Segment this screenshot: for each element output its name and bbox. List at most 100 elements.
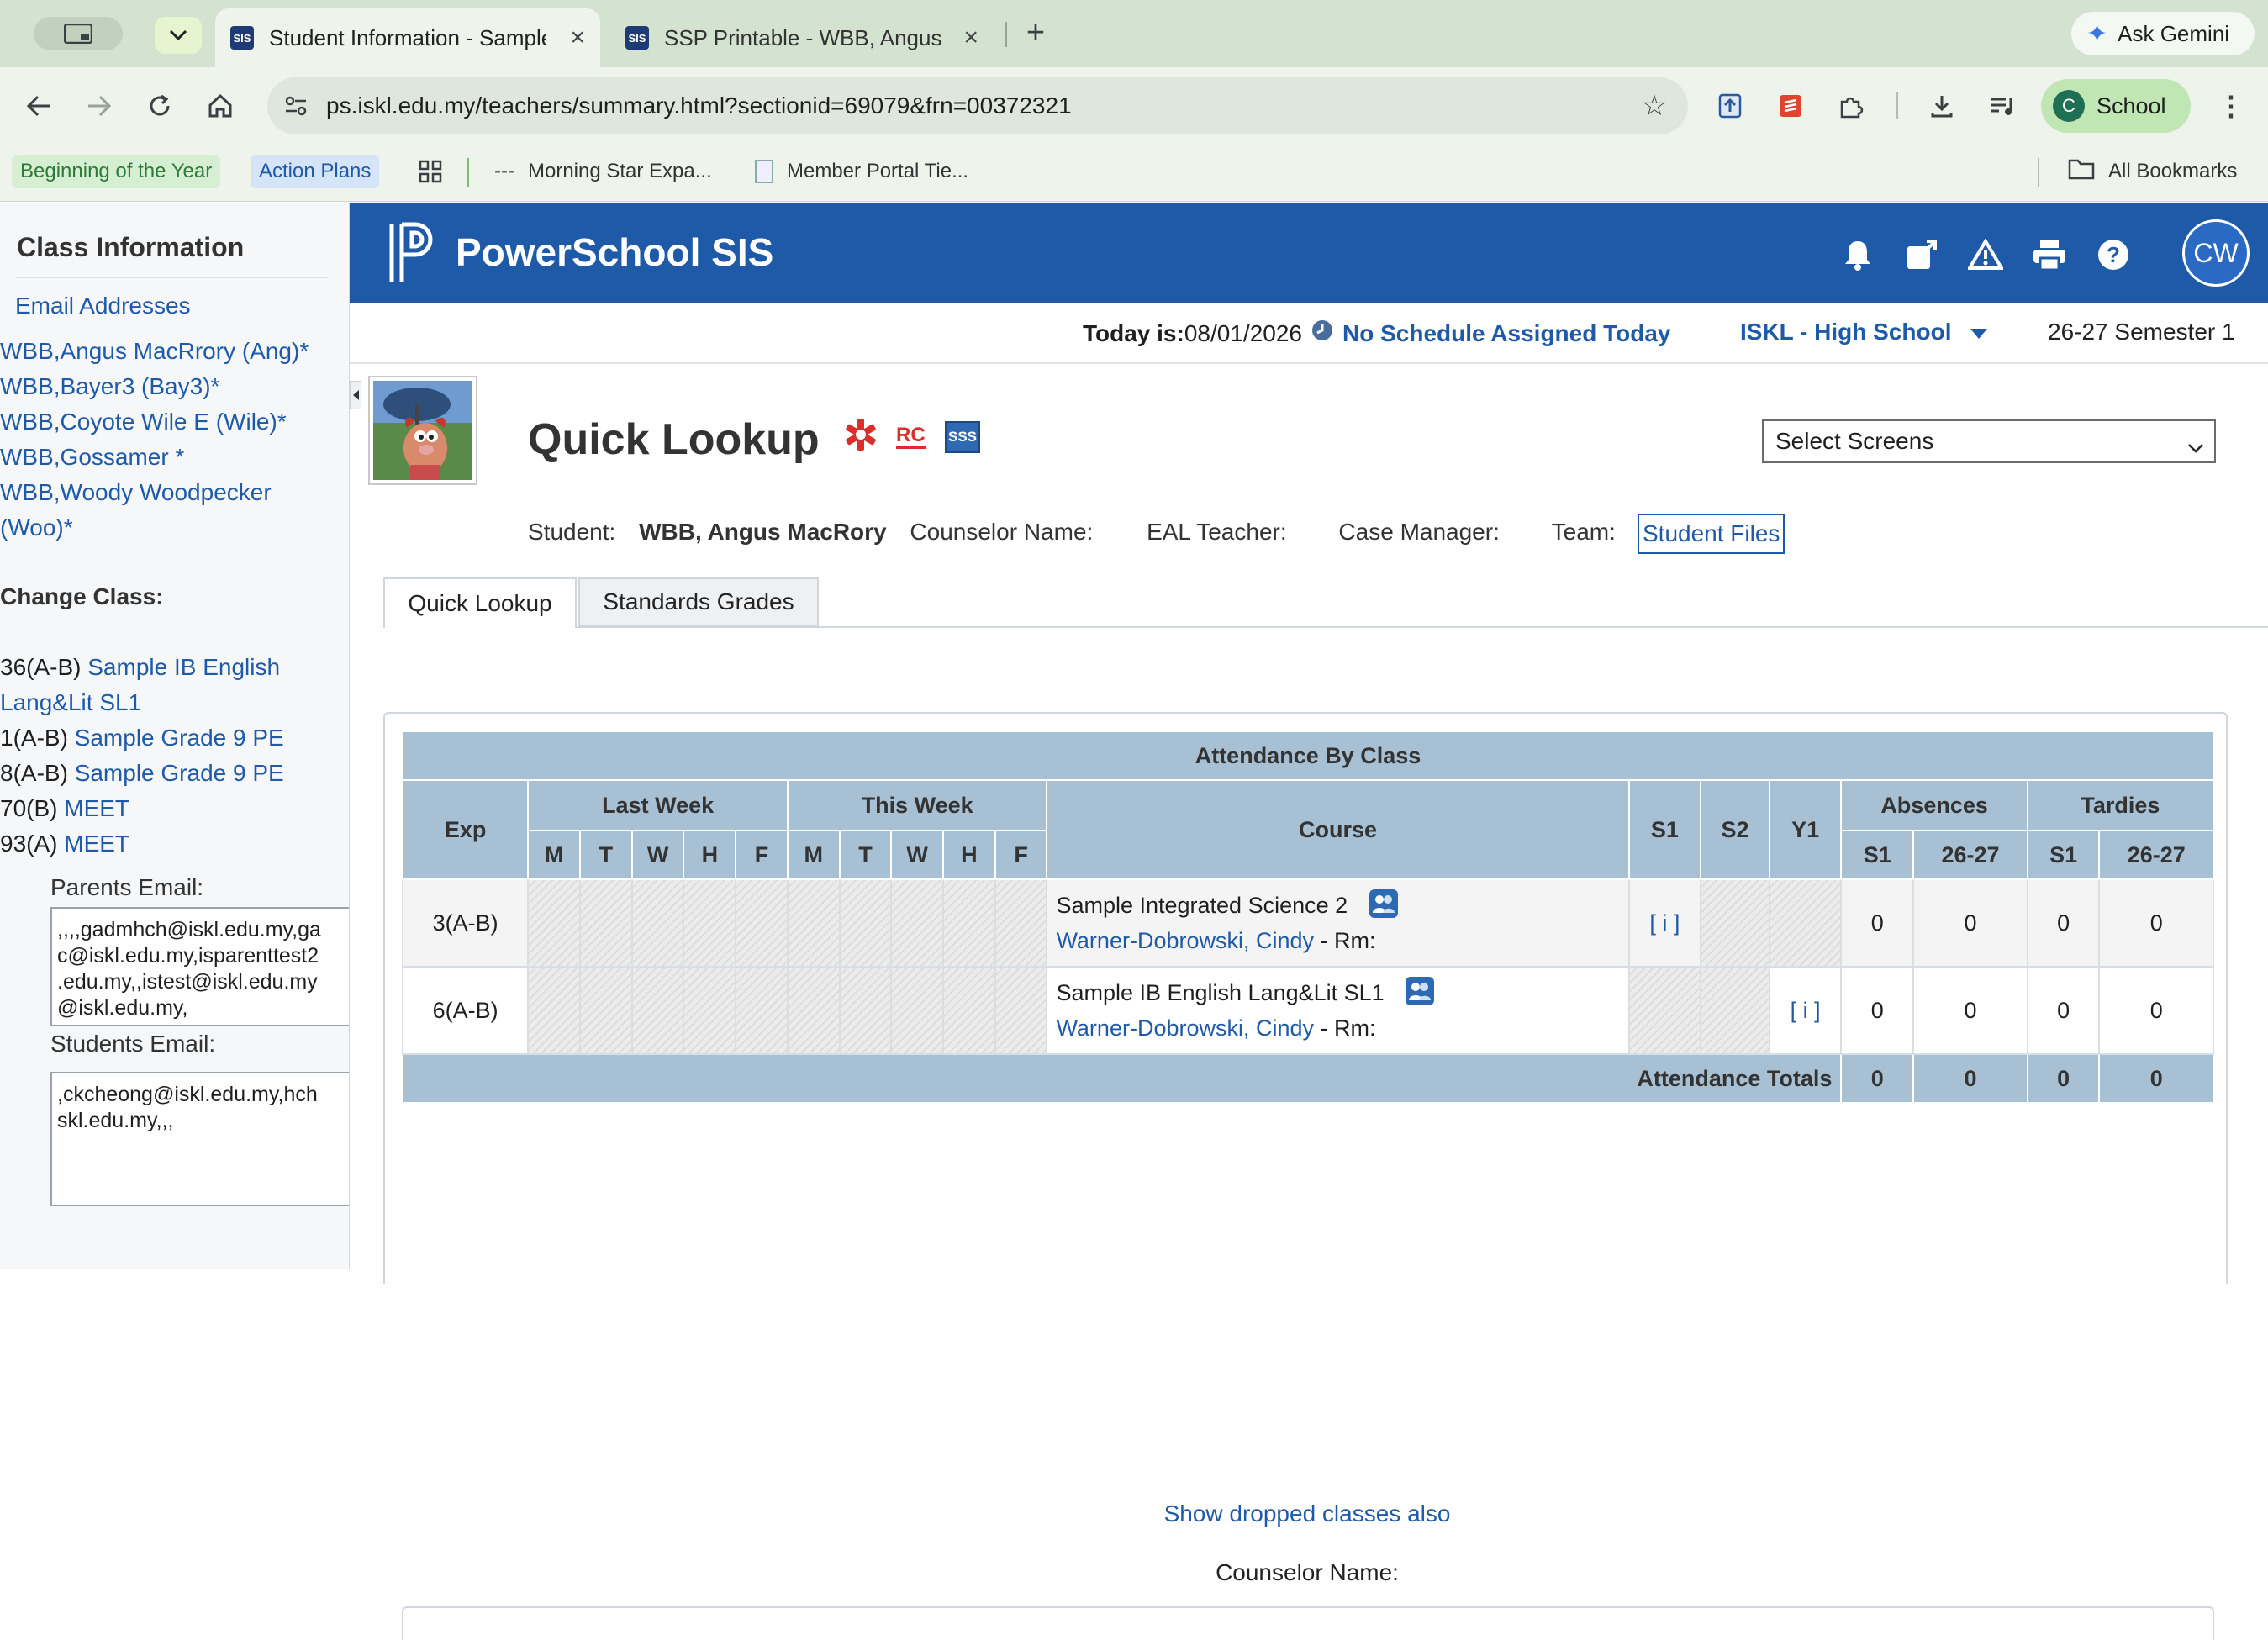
downloads-icon[interactable] (1927, 91, 1957, 121)
browser-menu-icon[interactable]: ⋮ (2216, 89, 2246, 123)
medical-alert-icon[interactable] (842, 416, 879, 453)
class-link[interactable]: Sample IB English (87, 654, 280, 680)
reload-icon[interactable] (141, 87, 178, 124)
sss-badge[interactable]: SSS (945, 421, 980, 453)
sidebar-divider (15, 277, 328, 278)
grade-y1-link[interactable]: [ i ] (1768, 966, 1843, 1055)
tab-standards-grades[interactable]: Standards Grades (578, 577, 819, 626)
close-tab-icon[interactable]: × (570, 24, 585, 52)
schedule-link[interactable]: No Schedule Assigned Today (1342, 320, 1671, 347)
tab-title: Student Information - Sample (269, 24, 546, 50)
class-information-sidebar: Class Information Email Addresses WBB,An… (0, 203, 350, 1269)
forward-icon[interactable] (81, 89, 118, 123)
class-link[interactable]: Sample Grade 9 PE (75, 725, 284, 751)
teacher-link[interactable]: Warner-Dobrowski, Cindy (1056, 1015, 1314, 1041)
ask-gemini-button[interactable]: ✦ Ask Gemini (2071, 12, 2255, 55)
col-y1: Y1 (1768, 779, 1843, 880)
extension-red-icon[interactable] (1775, 91, 1806, 121)
bookmark-member-portal[interactable]: Member Portal Tie... (755, 155, 968, 188)
all-bookmarks-button[interactable]: All Bookmarks (2068, 155, 2237, 188)
student-link[interactable]: WBB,Gossamer * (0, 440, 184, 475)
user-avatar[interactable]: CW (2182, 219, 2250, 287)
class-item: 93(A) MEET (0, 826, 129, 862)
student-link[interactable]: WBB,Woody Woodpecker (0, 475, 272, 510)
grade-info-link[interactable]: [ i ] (1649, 910, 1680, 936)
counselor-label: Counselor Name: (910, 519, 1094, 545)
apps-grid-icon[interactable] (415, 156, 446, 187)
bookmark-morning-star[interactable]: --- Morning Star Expa... (494, 155, 712, 188)
teacher-contact-icon[interactable] (1406, 977, 1435, 1005)
select-screens-dropdown[interactable]: Select Screens (1762, 419, 2216, 463)
grade-y1-cell (1768, 878, 1843, 968)
notifications-bell-icon[interactable] (1839, 236, 1876, 273)
home-icon[interactable] (202, 87, 239, 124)
table-row: 3(A-B) Sample Integrated Science 2 Warne… (401, 878, 2214, 968)
class-link[interactable]: MEET (64, 795, 129, 821)
term-label[interactable]: 26-27 Semester 1 (2048, 319, 2235, 345)
col-absences: Absences (1840, 779, 2028, 831)
address-bar[interactable]: ps.iskl.edu.my/teachers/summary.html?sec… (267, 77, 1688, 134)
course-cell: Sample Integrated Science 2 Warner-Dobro… (1046, 878, 1630, 968)
open-new-window-icon[interactable] (1903, 236, 1940, 273)
extension-upload-icon[interactable] (1715, 91, 1745, 121)
parents-email-textarea[interactable]: ,,,,gadmhch@iskl.edu.my,ga c@iskl.edu.my… (50, 907, 349, 1026)
back-icon[interactable] (20, 89, 57, 123)
tab-student-information[interactable]: SIS Student Information - Sample × (215, 8, 600, 67)
site-info-icon[interactable] (281, 91, 311, 121)
rc-alert-badge[interactable]: RC (896, 425, 926, 449)
tab-quick-lookup[interactable]: Quick Lookup (383, 577, 577, 628)
email-line: @iskl.edu.my, (57, 996, 188, 1020)
student-files-link[interactable]: Student Files (1638, 514, 1785, 554)
powerschool-logo-icon[interactable] (387, 221, 439, 285)
room-label: - Rm: (1314, 1015, 1376, 1041)
class-link[interactable]: Sample Grade 9 PE (75, 760, 284, 786)
grade-s1-cell (1627, 966, 1702, 1055)
new-tab-button[interactable]: + (1017, 12, 1054, 54)
extensions-puzzle-icon[interactable] (1836, 91, 1866, 121)
grade-info-link[interactable]: [ i ] (1791, 998, 1821, 1023)
day-cell (527, 878, 582, 968)
col-this-week: This Week (786, 779, 1048, 831)
collapse-sidebar-icon[interactable] (350, 381, 361, 409)
student-link-continued[interactable]: (Woo)* (0, 510, 73, 546)
browser-toolbar: ps.iskl.edu.my/teachers/summary.html?sec… (0, 67, 2268, 145)
show-dropped-classes-link[interactable]: Show dropped classes also (385, 1500, 2229, 1527)
student-link[interactable]: WBB,Bayer3 (Bay3)* (0, 369, 219, 404)
school-selector[interactable]: ISKL - High School (1740, 319, 1988, 345)
powerschool-header: PowerSchool SIS ? CW (350, 203, 2268, 303)
class-period: 36(A-B) (0, 654, 82, 680)
help-icon[interactable]: ? (2095, 236, 2132, 273)
close-tab-icon[interactable]: × (963, 24, 978, 52)
case-manager-label: Case Manager: (1338, 519, 1500, 545)
teacher-contact-icon[interactable] (1369, 889, 1398, 918)
print-icon[interactable] (2031, 236, 2068, 273)
window-switcher-icon[interactable] (34, 17, 123, 50)
sis-favicon-icon: SIS (230, 26, 254, 50)
media-controls-icon[interactable] (1987, 91, 2017, 121)
student-link[interactable]: WBB,Angus MacRrory (Ang)* (0, 334, 309, 369)
bookmark-beginning-of-year[interactable]: Beginning of the Year (12, 155, 221, 188)
today-info: Today is: 08/01/2026 No Schedule Assigne… (1083, 319, 1671, 348)
profile-button[interactable]: C School (2041, 79, 2191, 133)
email-addresses-link[interactable]: Email Addresses (15, 288, 191, 324)
attendance-panel: Attendance By Class Exp Last Week This W… (383, 712, 2228, 1640)
tab-ssp-printable[interactable]: SIS SSP Printable - WBB, Angus M × (610, 8, 994, 67)
col-day: T (838, 830, 893, 880)
tab-search-icon[interactable] (155, 17, 202, 54)
bookmark-label: Morning Star Expa... (527, 160, 712, 182)
chevron-down-icon (2187, 433, 2204, 460)
bookmark-star-icon[interactable]: ☆ (1638, 89, 1671, 123)
day-cell (786, 878, 841, 968)
bookmark-action-plans[interactable]: Action Plans (251, 155, 380, 188)
teacher-link[interactable]: Warner-Dobrowski, Cindy (1056, 928, 1314, 953)
class-link[interactable]: MEET (64, 831, 129, 857)
alert-triangle-icon[interactable] (1967, 236, 2004, 273)
student-link[interactable]: WBB,Coyote Wile E (Wile)* (0, 404, 287, 440)
grade-s1-link[interactable]: [ i ] (1627, 878, 1702, 968)
class-item: 1(A-B) Sample Grade 9 PE (0, 720, 284, 756)
course-name: Sample IB English Lang&Lit SL1 (1056, 980, 1385, 1005)
day-cell (890, 966, 945, 1055)
total-tardies-s1: 0 (2026, 1053, 2101, 1104)
students-email-textarea[interactable]: ,ckcheong@iskl.edu.my,hch skl.edu.my,,, (50, 1072, 349, 1206)
class-link[interactable]: Lang&Lit SL1 (0, 689, 141, 715)
